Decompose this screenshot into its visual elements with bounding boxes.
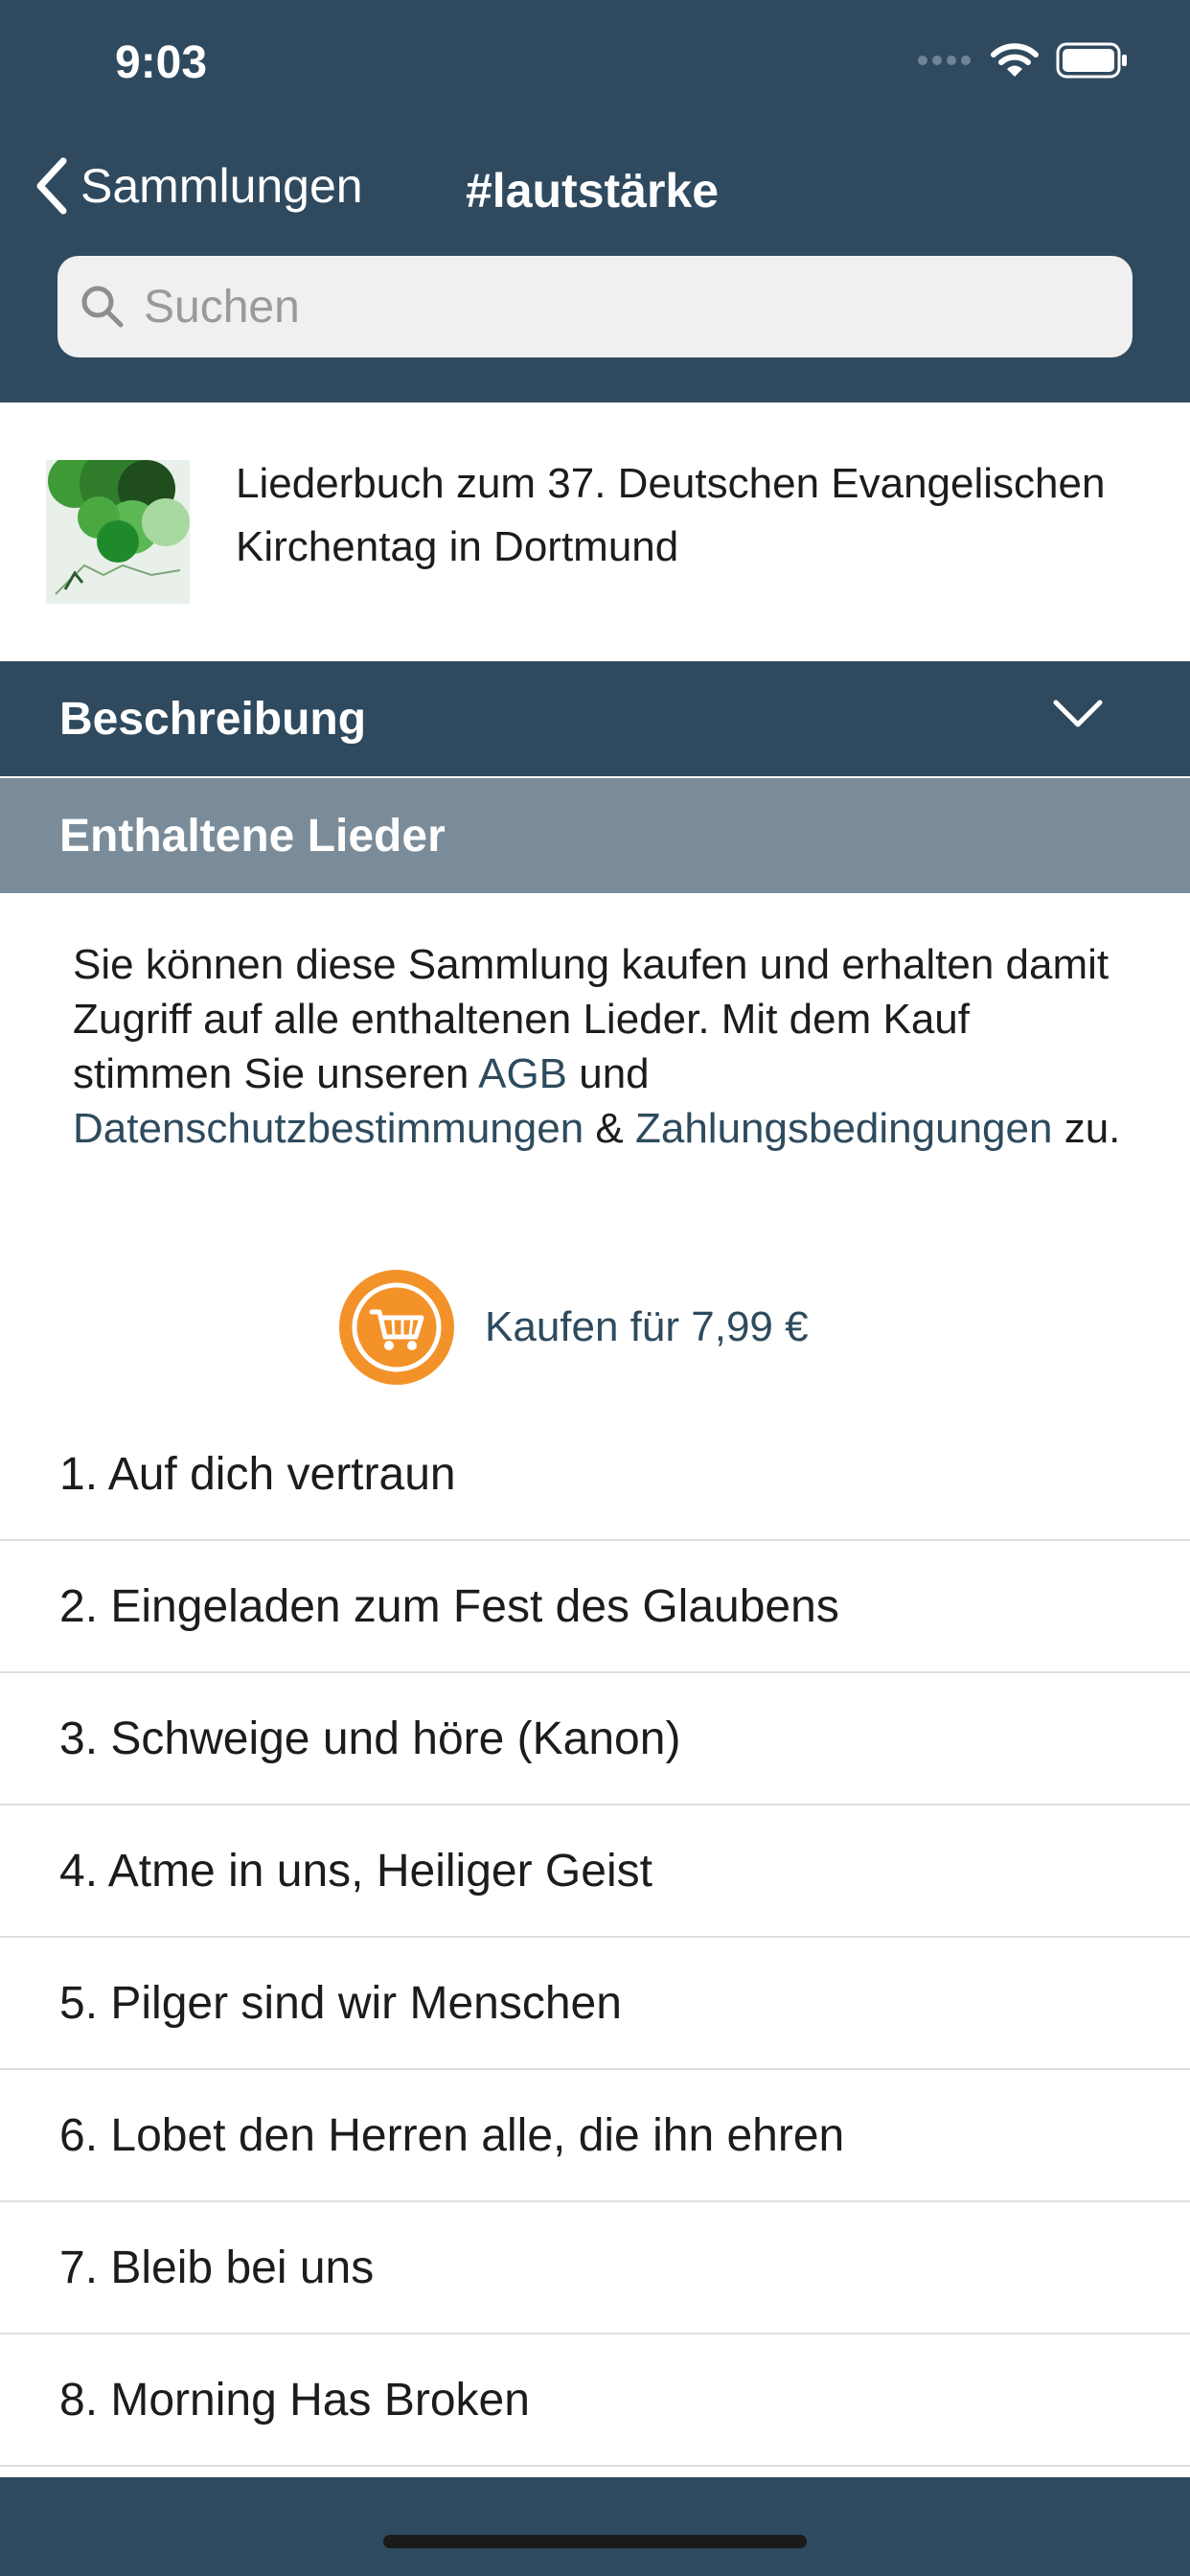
signal-icon xyxy=(918,56,971,65)
song-title: 3. Schweige und höre (Kanon) xyxy=(59,1713,681,1764)
battery-icon xyxy=(1056,42,1127,79)
navigation-bar: Sammlungen #lautstärke xyxy=(0,134,1190,402)
songs-section-header[interactable]: Enthaltene Lieder xyxy=(0,778,1190,893)
purchase-info-text: Sie können diese Sammlung kaufen und erh… xyxy=(73,937,1127,1156)
description-section-header[interactable]: Beschreibung xyxy=(0,661,1190,776)
song-list-item[interactable]: 7. Bleib bei uns xyxy=(0,2202,1190,2334)
song-list-item[interactable]: 8. Morning Has Broken xyxy=(0,2334,1190,2467)
payment-terms-link[interactable]: Zahlungsbedingungen xyxy=(635,1105,1053,1152)
wifi-icon xyxy=(991,43,1039,77)
search-icon xyxy=(81,286,124,328)
purchase-info-text-2: und xyxy=(567,1050,650,1097)
song-title: 5. Pilger sind wir Menschen xyxy=(59,1977,622,2029)
buy-button-label: Kaufen für 7,99 € xyxy=(485,1303,809,1350)
status-bar: 9:03 xyxy=(0,0,1190,134)
song-title: 6. Lobet den Herren alle, die ihn ehren xyxy=(59,2109,845,2161)
search-input[interactable] xyxy=(142,279,1104,334)
song-list-item[interactable]: 5. Pilger sind wir Menschen xyxy=(0,1938,1190,2070)
song-list-item[interactable]: 3. Schweige und höre (Kanon) xyxy=(0,1673,1190,1806)
agb-link[interactable]: AGB xyxy=(478,1050,567,1097)
songs-section-label: Enthaltene Lieder xyxy=(59,810,446,862)
book-header: Liederbuch zum 37. Deutschen Evangelisch… xyxy=(0,402,1190,661)
book-cover-image xyxy=(46,460,190,604)
song-title: 2. Eingeladen zum Fest des Glaubens xyxy=(59,1580,839,1632)
chevron-left-icon xyxy=(36,157,67,215)
search-bar[interactable] xyxy=(57,256,1133,357)
privacy-link[interactable]: Datenschutzbestimmungen xyxy=(73,1105,584,1152)
song-title: 1. Auf dich vertraun xyxy=(59,1448,456,1500)
book-title: Liederbuch zum 37. Deutschen Evangelisch… xyxy=(236,460,1106,570)
chevron-down-icon xyxy=(1053,700,1103,727)
song-list: 1. Auf dich vertraun 2. Eingeladen zum F… xyxy=(0,1409,1190,2467)
song-title: 4. Atme in uns, Heiliger Geist xyxy=(59,1845,652,1897)
song-list-item[interactable]: 4. Atme in uns, Heiliger Geist xyxy=(0,1806,1190,1938)
song-list-item[interactable]: 2. Eingeladen zum Fest des Glaubens xyxy=(0,1541,1190,1673)
song-list-item[interactable]: 1. Auf dich vertraun xyxy=(0,1409,1190,1541)
status-time: 9:03 xyxy=(115,37,208,88)
purchase-info-text-4: zu. xyxy=(1052,1105,1121,1152)
song-title: 8. Morning Has Broken xyxy=(59,2374,530,2426)
back-button[interactable]: Sammlungen xyxy=(34,157,363,215)
description-section-label: Beschreibung xyxy=(59,693,367,745)
back-button-label: Sammlungen xyxy=(80,159,363,213)
bottom-bar xyxy=(0,2477,1190,2576)
home-indicator[interactable] xyxy=(383,2535,807,2548)
buy-button[interactable]: Kaufen für 7,99 € xyxy=(339,1270,809,1385)
purchase-info-text-3: & xyxy=(584,1105,635,1152)
cart-icon xyxy=(339,1270,454,1385)
song-list-item[interactable]: 6. Lobet den Herren alle, die ihn ehren xyxy=(0,2070,1190,2202)
page-title: #lautstärke xyxy=(466,164,720,218)
song-title: 7. Bleib bei uns xyxy=(59,2242,375,2293)
status-icons xyxy=(918,42,1129,79)
